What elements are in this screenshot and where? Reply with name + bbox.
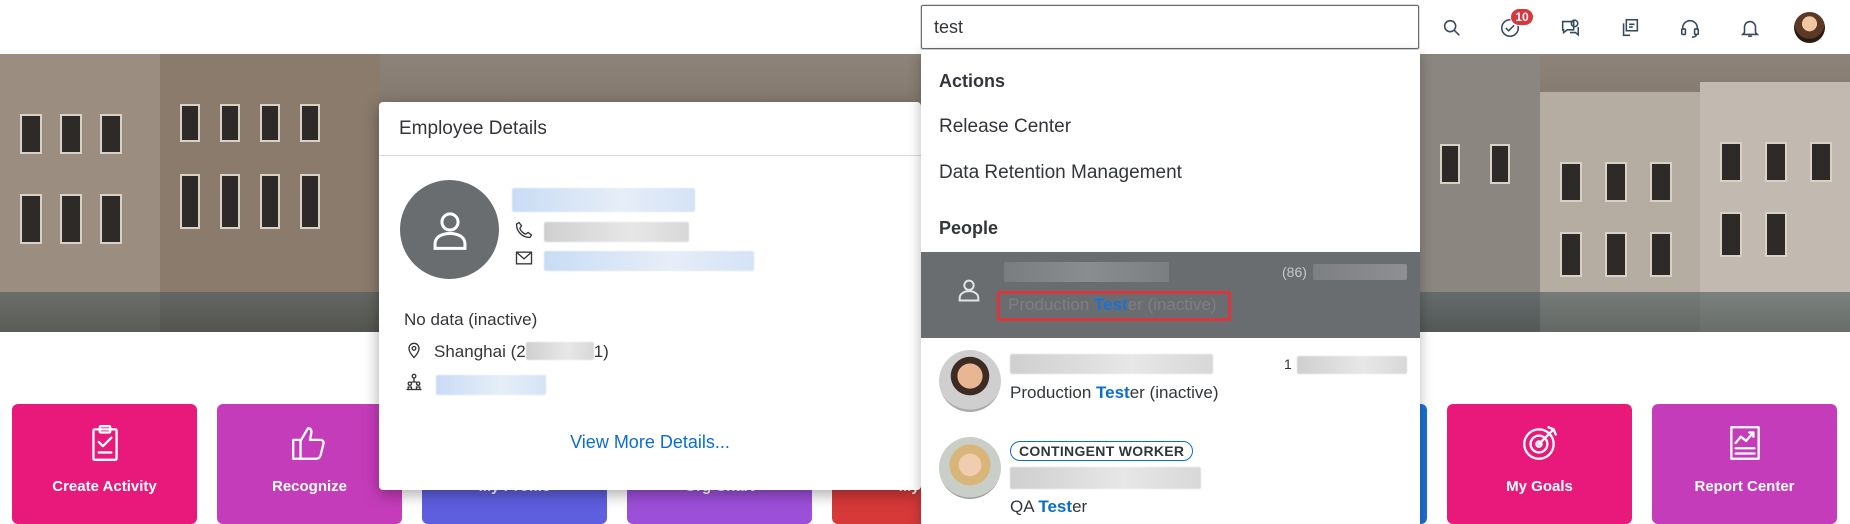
thumbs-up-icon xyxy=(287,420,333,466)
building xyxy=(160,54,380,332)
contingent-worker-badge: CONTINGENT WORKER xyxy=(1010,441,1194,461)
popover-title: Employee Details xyxy=(379,102,921,156)
group-title-actions: Actions xyxy=(939,71,1006,91)
person-photo xyxy=(939,350,1001,412)
clipboard-check-icon xyxy=(82,420,128,466)
person-name-redacted xyxy=(1010,467,1201,489)
person-title: QA Tester xyxy=(1010,497,1088,516)
group-title-people: People xyxy=(939,218,999,238)
tasks-badge: 10 xyxy=(1510,8,1534,26)
location-redacted xyxy=(525,342,594,360)
phone-redacted[interactable] xyxy=(544,222,689,242)
email-redacted[interactable] xyxy=(544,251,754,271)
action-data-retention-management[interactable]: Data Retention Management xyxy=(939,162,1182,184)
person-icon xyxy=(433,211,466,250)
shell-bar: 10 xyxy=(0,0,1850,54)
annotation-highlight-box xyxy=(997,291,1231,321)
phone-icon xyxy=(514,220,534,240)
person-meta-redacted xyxy=(1297,356,1407,374)
search-icon[interactable] xyxy=(1436,12,1468,44)
user-avatar[interactable] xyxy=(1794,12,1825,43)
tile-recognize[interactable]: Recognize xyxy=(217,404,402,524)
search-suggestions: Actions Release Center Data Retention Ma… xyxy=(921,50,1420,524)
tile-report-center[interactable]: Report Center xyxy=(1652,404,1837,524)
person-meta: 1 xyxy=(1284,356,1292,372)
person-meta: (86) xyxy=(1282,264,1307,280)
notes-icon[interactable] xyxy=(1614,12,1646,44)
tile-label: Create Activity xyxy=(52,478,157,495)
person-result[interactable]: 1 Production Tester (inactive) xyxy=(921,346,1420,428)
employee-name-redacted xyxy=(512,188,695,212)
employee-avatar xyxy=(400,180,499,279)
location-icon xyxy=(404,340,424,360)
org-chart-icon xyxy=(404,372,424,392)
search-input[interactable] xyxy=(922,6,1418,48)
action-release-center[interactable]: Release Center xyxy=(939,116,1071,138)
person-photo xyxy=(939,437,1001,499)
building xyxy=(1420,54,1540,332)
person-name-redacted xyxy=(1004,262,1169,282)
person-title: Production Tester (inactive) xyxy=(1010,383,1219,402)
tile-my-goals[interactable]: My Goals xyxy=(1447,404,1632,524)
department-redacted[interactable] xyxy=(436,375,546,395)
employee-location: Shanghai (2 1) xyxy=(434,342,609,361)
view-more-details-link[interactable]: View More Details... xyxy=(379,432,921,453)
tasks-button[interactable]: 10 xyxy=(1494,8,1534,44)
search-field[interactable] xyxy=(921,5,1419,49)
person-icon xyxy=(955,276,983,309)
tile-label: Report Center xyxy=(1694,478,1795,495)
employee-details-popover: Employee Details No data (inactive) Shan… xyxy=(379,102,921,490)
mail-icon xyxy=(514,248,534,268)
tile-label: My Goals xyxy=(1506,478,1573,495)
employee-status: No data (inactive) xyxy=(404,310,538,329)
building xyxy=(0,54,160,332)
report-icon xyxy=(1722,420,1768,466)
tile-create-activity[interactable]: Create Activity xyxy=(12,404,197,524)
tile-label: Recognize xyxy=(271,478,347,495)
feedback-icon[interactable] xyxy=(1554,12,1586,44)
person-name-redacted xyxy=(1010,354,1213,374)
target-icon xyxy=(1517,420,1563,466)
person-result[interactable]: (86) Production Tester (inactive) xyxy=(921,252,1420,338)
person-meta-redacted xyxy=(1313,264,1407,280)
bell-icon[interactable] xyxy=(1734,12,1766,44)
headset-icon[interactable] xyxy=(1674,12,1706,44)
